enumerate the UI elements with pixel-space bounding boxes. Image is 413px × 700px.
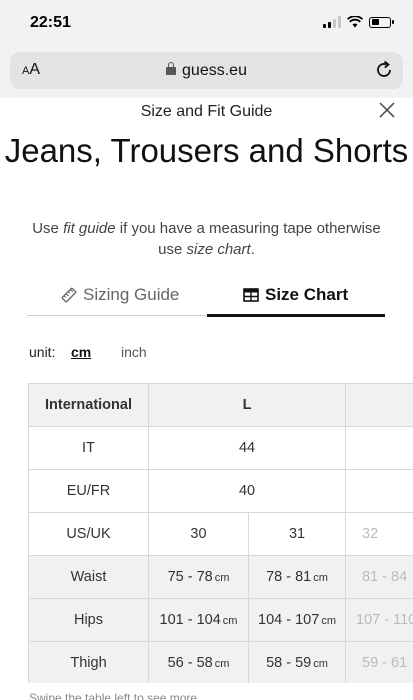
reload-icon[interactable] <box>373 59 395 81</box>
battery-icon <box>369 16 394 28</box>
table-cell <box>345 426 413 470</box>
ruler-icon <box>61 287 77 303</box>
row-label: EU/FR <box>28 469 149 513</box>
table-cell: 32 <box>345 512 413 556</box>
tab-sizing-guide[interactable]: Sizing Guide <box>61 284 179 306</box>
table-cell: 78 - 81 cm <box>247 555 347 599</box>
lock-icon <box>166 62 177 75</box>
address-bar[interactable]: AA guess.eu <box>10 52 403 89</box>
table-cell: 81 - 84 <box>345 555 413 599</box>
table-cell: 75 - 78 cm <box>148 555 249 599</box>
status-icons <box>323 16 394 28</box>
table-cell: 30 <box>148 512 249 556</box>
active-tab-indicator <box>207 314 385 317</box>
table-cell: 58 - 59 cm <box>247 641 347 683</box>
table-cell: 107 - 110 <box>345 598 413 642</box>
table-cell: 31 <box>247 512 347 556</box>
header-next <box>345 383 413 427</box>
url-text: guess.eu <box>182 62 247 79</box>
wifi-icon <box>347 16 363 28</box>
size-chart-table-container[interactable]: International L IT 44 EU/FR 40 US/UK 30 … <box>28 383 413 683</box>
size-chart-table: International L IT 44 EU/FR 40 US/UK 30 … <box>28 383 413 683</box>
table-icon <box>243 288 259 302</box>
table-row: Waist 75 - 78 cm 78 - 81 cm 81 - 84 <box>28 555 413 599</box>
table-cell: 44 <box>147 426 347 470</box>
header-size: L <box>147 383 347 427</box>
cellular-signal-icon <box>323 16 341 28</box>
table-cell: 101 - 104 cm <box>148 598 249 642</box>
intro-text: Use fit guide if you have a measuring ta… <box>32 220 381 258</box>
table-header-row: International L <box>28 383 413 427</box>
sheet-header: Size and Fit Guide <box>140 103 273 120</box>
table-cell: 56 - 58 cm <box>148 641 249 683</box>
header-international: International <box>28 383 149 427</box>
row-label: Hips <box>28 598 149 642</box>
table-cell <box>345 469 413 513</box>
table-row: Hips 101 - 104 cm 104 - 107 cm 107 - 110 <box>28 598 413 642</box>
table-row: US/UK 30 31 32 <box>28 512 413 556</box>
table-cell: 104 - 107 cm <box>247 598 347 642</box>
row-label: IT <box>28 426 149 470</box>
status-bar: 22:51 <box>0 0 413 48</box>
tab-size-chart-label: Size Chart <box>265 285 349 304</box>
swipe-hint: Swipe the table left to see more <box>29 691 198 700</box>
table-row: IT 44 <box>28 426 413 470</box>
page-title: Jeans, Trousers and Shorts <box>4 132 409 169</box>
status-time: 22:51 <box>30 14 71 31</box>
table-row: Thigh 56 - 58 cm 58 - 59 cm 59 - 61 <box>28 641 413 683</box>
size-chart-link[interactable]: size chart <box>186 241 250 258</box>
size-guide-sheet: Size and Fit Guide Jeans, Trousers and S… <box>0 98 413 700</box>
table-cell: 59 - 61 <box>345 641 413 683</box>
url-field[interactable]: guess.eu <box>10 62 403 80</box>
close-icon[interactable] <box>377 100 397 120</box>
unit-label: unit: <box>29 344 56 360</box>
tab-size-chart[interactable]: Size Chart <box>243 284 348 306</box>
table-cell: 40 <box>147 469 347 513</box>
row-label: Waist <box>28 555 149 599</box>
row-label: Thigh <box>28 641 149 683</box>
unit-inch-option[interactable]: inch <box>121 344 147 360</box>
unit-cm-option[interactable]: cm <box>71 344 91 360</box>
tab-sizing-guide-label: Sizing Guide <box>83 285 180 304</box>
fit-guide-link[interactable]: fit guide <box>63 220 116 237</box>
table-row: EU/FR 40 <box>28 469 413 513</box>
row-label: US/UK <box>28 512 149 556</box>
